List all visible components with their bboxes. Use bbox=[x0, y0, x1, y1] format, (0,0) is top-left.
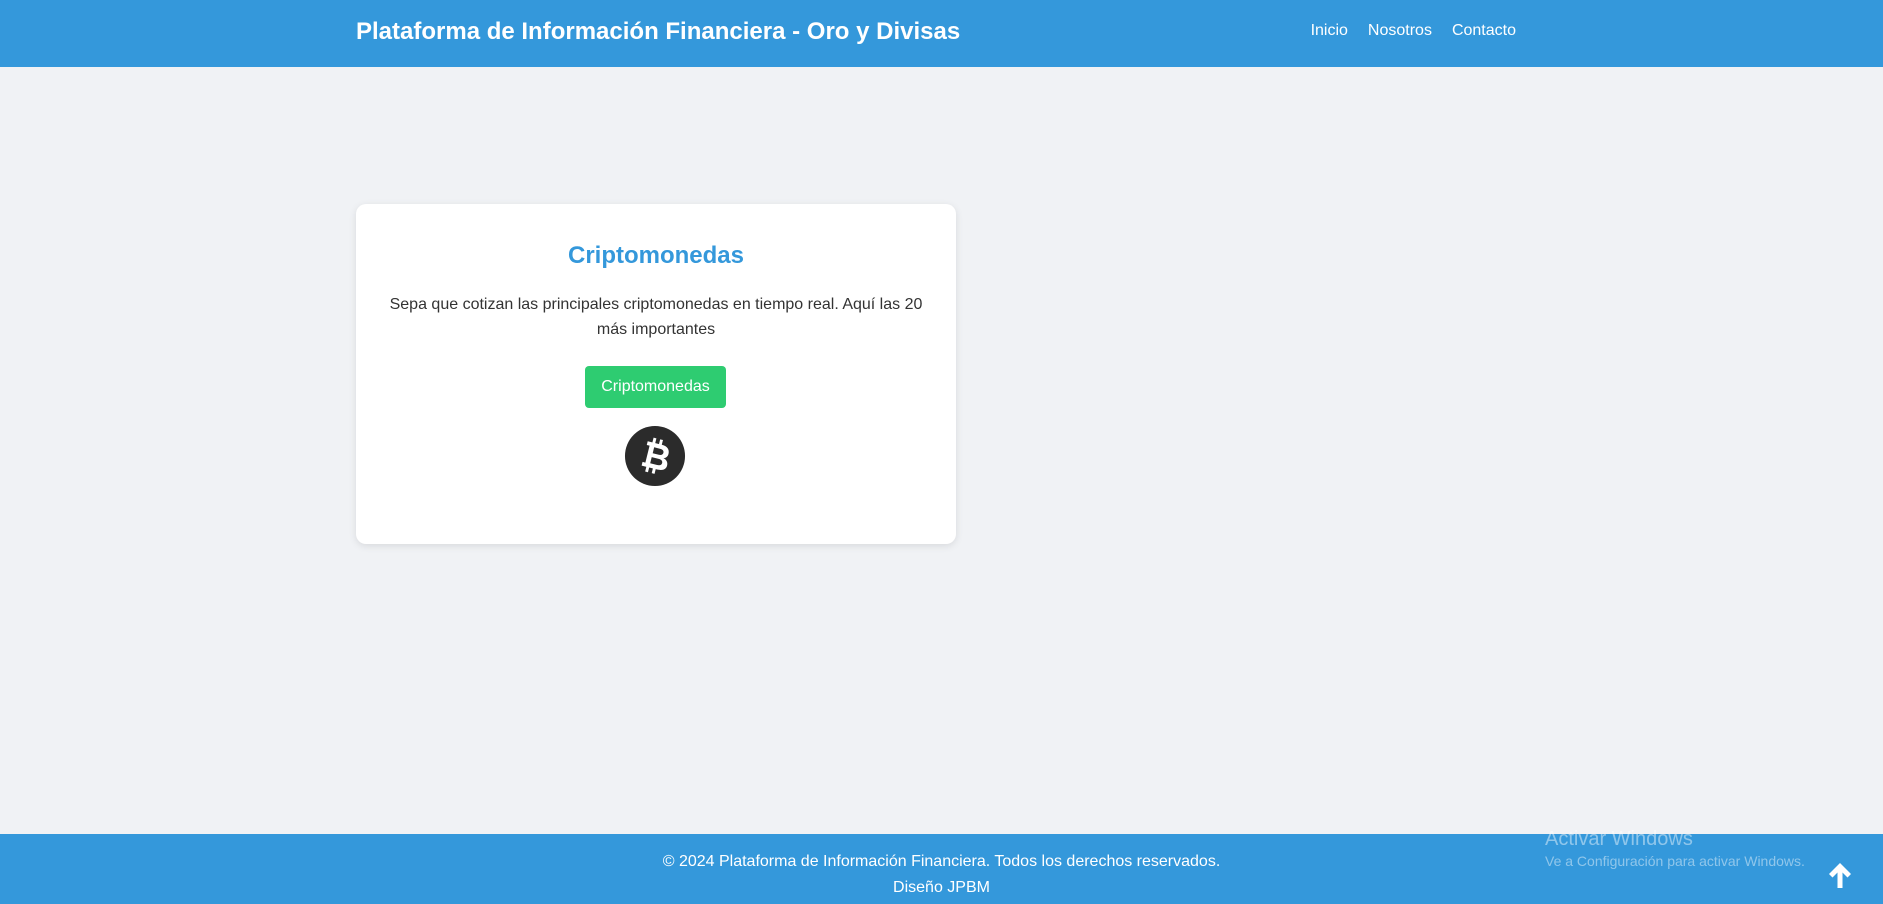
card-title: Criptomonedas bbox=[567, 242, 744, 269]
crypto-button[interactable]: Criptomonedas bbox=[585, 366, 726, 408]
nav-link-contacto[interactable]: Contacto bbox=[1452, 22, 1516, 40]
arrow-up-icon[interactable] bbox=[1823, 858, 1857, 892]
watermark-title: Activar Windows bbox=[1545, 828, 1693, 850]
nav-link-inicio[interactable]: Inicio bbox=[1311, 22, 1348, 40]
main-nav: Inicio Nosotros Contacto bbox=[1311, 22, 1516, 40]
card-description: Sepa que cotizan las principales criptom… bbox=[389, 296, 923, 338]
site-title: Plataforma de Información Financiera - O… bbox=[356, 18, 961, 45]
nav-link-nosotros[interactable]: Nosotros bbox=[1368, 22, 1432, 40]
watermark-subtitle: Ve a Configuración para activar Windows. bbox=[1545, 853, 1805, 869]
top-navbar: Plataforma de Información Financiera - O… bbox=[0, 0, 1883, 67]
crypto-card: Criptomonedas Sepa que cotizan las princ… bbox=[356, 204, 956, 544]
windows-activation-watermark: Activar Windows Ve a Configuración para … bbox=[1545, 827, 1805, 871]
bitcoin-icon bbox=[624, 425, 686, 487]
footer-credits: Diseño JPBM bbox=[893, 879, 990, 896]
